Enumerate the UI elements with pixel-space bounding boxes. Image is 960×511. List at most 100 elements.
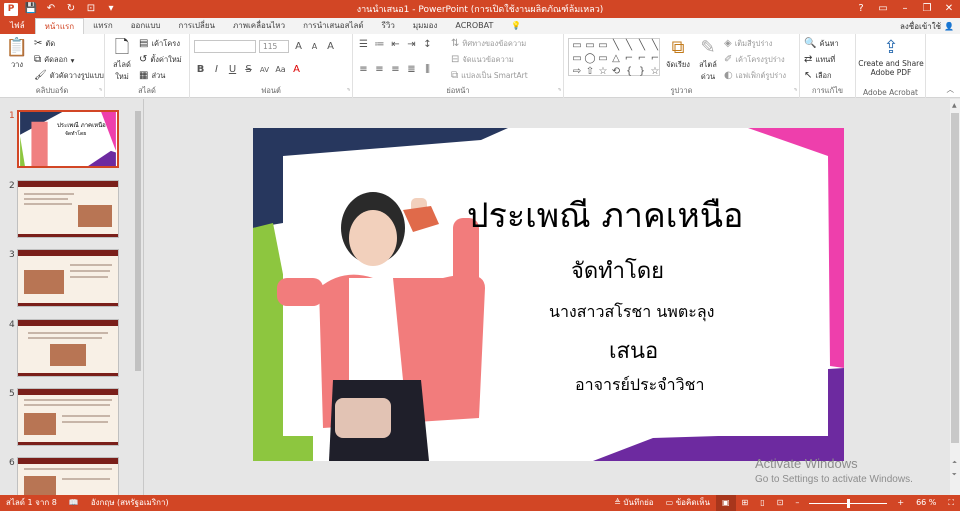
shape-icon[interactable]: { — [623, 66, 635, 78]
decrease-indent-icon[interactable]: ⇤ — [389, 39, 402, 50]
tab-transitions[interactable]: การเปลี่ยน — [169, 18, 224, 34]
start-from-beginning-icon[interactable]: ⊡ — [84, 0, 98, 18]
format-painter-button[interactable]: 🖌 ตัวคัดวางรูปแบบ — [34, 70, 104, 82]
tab-view[interactable]: มุมมอง — [404, 18, 447, 34]
shape-icon[interactable]: ▭ — [584, 40, 596, 52]
font-name-combo[interactable] — [194, 40, 256, 53]
shape-icon[interactable]: ╲ — [636, 40, 648, 52]
shape-icon[interactable]: ⌐ — [649, 53, 661, 65]
font-size-combo[interactable]: 115 — [259, 40, 289, 53]
bullets-icon[interactable]: ☰ — [357, 39, 370, 50]
shape-icon[interactable]: ⇨ — [571, 66, 583, 78]
tab-acrobat[interactable]: ACROBAT — [446, 18, 502, 34]
copy-button[interactable]: ⧉ คัดลอก ▾ — [34, 54, 74, 66]
tab-design[interactable]: ออกแบบ — [122, 18, 170, 34]
shape-icon[interactable]: ⟲ — [610, 66, 622, 78]
shape-icon[interactable]: ▭ — [571, 53, 583, 65]
next-slide-icon[interactable]: ⏷ — [952, 471, 957, 479]
redo-icon[interactable]: ↻ — [64, 0, 78, 18]
shape-icon[interactable]: ▭ — [571, 40, 583, 52]
zoom-in-icon[interactable]: + — [891, 495, 910, 511]
shape-icon[interactable]: ⌐ — [623, 53, 635, 65]
customize-qat-icon[interactable]: ▾ — [104, 0, 118, 18]
tab-review[interactable]: รีวิว — [373, 18, 404, 34]
shapes-gallery[interactable]: ▭ ▭ ▭ ╲ ╲ ╲ ╲ ▭ ◯ ▭ △ ⌐ ⌐ ⌐ ⇨ ⇧ ☆ ⟲ { } … — [568, 38, 661, 78]
lightbulb-icon[interactable]: 💡 — [502, 18, 530, 34]
slide-thumbnail-5[interactable] — [17, 388, 119, 446]
grow-font-button[interactable]: A — [292, 41, 305, 52]
section-button[interactable]: ▦ ส่วน — [139, 70, 165, 82]
slide-thumbnail-2[interactable] — [17, 180, 119, 238]
shape-icon[interactable]: ╲ — [610, 40, 622, 52]
justify-icon[interactable]: ≣ — [405, 64, 418, 75]
find-button[interactable]: 🔍 ค้นหา — [804, 38, 839, 50]
dialog-launcher-icon[interactable]: ⌝ — [794, 88, 797, 96]
numbering-icon[interactable]: ≔ — [373, 39, 386, 50]
shape-icon[interactable]: ╲ — [623, 40, 635, 52]
replace-button[interactable]: ⇄ แทนที่ — [804, 54, 835, 66]
shape-icon[interactable]: } — [636, 66, 648, 78]
reset-button[interactable]: ↺ ตั้งค่าใหม่ — [139, 54, 182, 66]
paste-button[interactable]: 📋 วาง — [4, 37, 30, 71]
dialog-launcher-icon[interactable]: ⌝ — [558, 88, 561, 96]
shape-icon[interactable]: △ — [610, 53, 622, 65]
align-center-icon[interactable]: ≡ — [373, 64, 386, 75]
help-icon[interactable]: ? — [850, 0, 872, 18]
select-button[interactable]: ↖ เลือก — [804, 70, 832, 82]
undo-icon[interactable]: ↶ — [44, 0, 58, 18]
char-spacing-button[interactable]: AV — [258, 66, 271, 74]
shape-icon[interactable]: ⇧ — [584, 66, 596, 78]
share-icon[interactable]: 👤 — [944, 22, 954, 31]
close-icon[interactable]: ✕ — [938, 0, 960, 18]
shape-icon[interactable]: ☆ — [597, 66, 609, 78]
tab-home[interactable]: หน้าแรก — [34, 18, 85, 34]
clear-format-button[interactable]: A — [324, 41, 337, 52]
arrange-button[interactable]: ⧉ จัดเรียง — [664, 37, 692, 71]
shape-icon[interactable]: ╲ — [649, 40, 661, 52]
create-share-pdf-button[interactable]: ⇪ Create and Share Adobe PDF — [858, 37, 924, 77]
slide-thumbnail-4[interactable] — [17, 319, 119, 377]
collapse-ribbon-icon[interactable]: ︿ — [947, 84, 955, 95]
align-right-icon[interactable]: ≡ — [389, 64, 402, 75]
notes-button[interactable]: ≜ บันทึกย่อ — [608, 495, 659, 511]
tab-animations[interactable]: ภาพเคลื่อนไหว — [224, 18, 294, 34]
increase-indent-icon[interactable]: ⇥ — [405, 39, 418, 50]
editor-scrollbar[interactable]: ▲ ⏶ ⏷ — [950, 99, 960, 495]
tab-file[interactable]: ไฟล์ — [0, 18, 35, 34]
slide-author[interactable]: นางสาวสโรชา นพตะลุง — [549, 300, 714, 325]
cut-button[interactable]: ✂ ตัด — [34, 38, 55, 50]
fit-slide-icon[interactable]: ⛶ — [942, 495, 960, 511]
slide-thumbnail-3[interactable] — [17, 249, 119, 307]
shape-outline-button[interactable]: ✐ เค้าโครงรูปร่าง — [724, 54, 785, 66]
tab-insert[interactable]: แทรก — [84, 18, 122, 34]
language-indicator[interactable]: อังกฤษ (สหรัฐอเมริกา) — [85, 495, 175, 511]
shrink-font-button[interactable]: A — [308, 42, 321, 51]
new-slide-button[interactable]: 🗋 สไลด์ใหม่ — [109, 37, 135, 83]
current-slide[interactable]: ประเพณี ภาคเหนือ จัดทำโดย นางสาวสโรชา นพ… — [253, 128, 844, 461]
shape-icon[interactable]: ▭ — [597, 40, 609, 52]
layout-button[interactable]: ▤ เค้าโครง — [139, 38, 180, 50]
zoom-level[interactable]: 66 % — [910, 495, 942, 511]
slide-sorter-icon[interactable]: ⊞ — [736, 495, 755, 511]
ribbon-display-icon[interactable]: ▭ — [872, 0, 894, 18]
zoom-slider[interactable] — [809, 498, 888, 508]
restore-icon[interactable]: ❐ — [916, 0, 938, 18]
quick-styles-button[interactable]: ✎ สไตล์ด่วน — [694, 37, 722, 83]
shape-icon[interactable]: ◯ — [584, 53, 596, 65]
slide-teacher[interactable]: อาจารย์ประจำวิชา — [575, 373, 704, 398]
dialog-launcher-icon[interactable]: ⌝ — [347, 88, 350, 96]
slide-title[interactable]: ประเพณี ภาคเหนือ — [467, 188, 743, 242]
shape-effects-button[interactable]: ◐ เอฟเฟ็กต์รูปร่าง — [724, 70, 786, 82]
shape-icon[interactable]: ☆ — [649, 66, 661, 78]
font-color-button[interactable]: A — [290, 64, 303, 75]
slide-present[interactable]: เสนอ — [609, 333, 658, 368]
scroll-up-icon[interactable]: ▲ — [952, 102, 957, 109]
slide-thumbnail-1[interactable]: ประเพณี ภาคเหนือ จัดทำโดย — [17, 110, 119, 168]
scrollbar-thumb[interactable] — [135, 111, 141, 371]
thumbnails-scrollbar[interactable] — [134, 99, 142, 495]
slide-thumbnail-6[interactable] — [17, 457, 119, 495]
italic-button[interactable]: I — [210, 64, 223, 75]
tab-slideshow[interactable]: การนำเสนอสไลด์ — [294, 18, 373, 34]
smartart-button[interactable]: ⧉ แปลงเป็น SmartArt — [451, 70, 528, 82]
minimize-icon[interactable]: – — [894, 0, 916, 18]
